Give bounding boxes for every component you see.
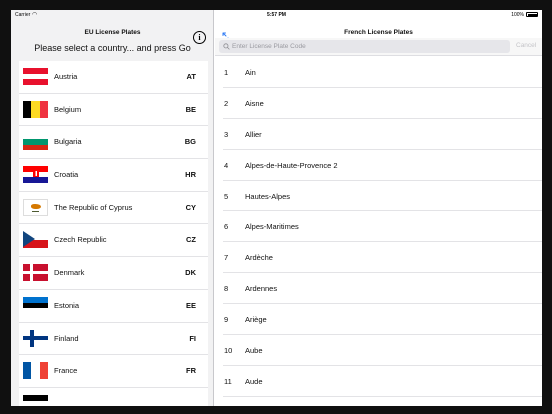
flag-at-icon [23, 68, 48, 85]
country-name: Croatia [54, 170, 79, 180]
flag-bg-icon [23, 133, 48, 151]
plate-code: 10 [224, 346, 233, 356]
plate-name: Aube [245, 346, 263, 356]
country-name: The Republic of Cyprus [54, 202, 133, 212]
country-list[interactable]: Austria AT Belgium BE Bulgaria BG Croatia HR The… [19, 61, 208, 406]
right-nav-title: French License Plates [344, 29, 413, 36]
screen: EU License Plates i Please select a coun… [11, 10, 542, 406]
plate-row[interactable]: 7 Ardèche [215, 242, 542, 274]
country-row[interactable]: Bulgaria BG [19, 126, 208, 160]
cancel-button[interactable]: Cancel [516, 42, 536, 49]
country-code: AT [186, 72, 196, 81]
plate-name: Aude [245, 376, 263, 386]
country-name: Finland [54, 333, 79, 343]
plate-name: Ardennes [245, 284, 278, 294]
search-bar: Cancel [215, 38, 542, 56]
plate-row[interactable]: 6 Alpes-Maritimes [215, 211, 542, 243]
flag-cy-icon [23, 198, 48, 216]
flag-fr-icon [23, 362, 48, 380]
country-name: Austria [54, 72, 78, 81]
status-time: 5:57 PM [267, 12, 286, 18]
plate-code: 2 [224, 98, 229, 108]
country-name: Bulgaria [54, 137, 82, 147]
country-code: FI [189, 333, 196, 343]
search-icon [223, 43, 230, 50]
plate-name: Hautes-Alpes [245, 191, 291, 201]
plate-code: 9 [224, 315, 229, 325]
country-code: CZ [186, 235, 196, 245]
country-code: BG [184, 137, 196, 147]
country-name: Czech Republic [54, 235, 107, 245]
plate-code: 1 [224, 68, 229, 77]
plates-pane: French License Plates Cancel 1 Ain 2 Aisne 3… [215, 10, 542, 406]
country-row[interactable]: France FR [19, 355, 208, 388]
plate-row[interactable]: 10 Aube [215, 335, 542, 366]
flag-cz-icon [23, 231, 48, 249]
plate-name: Alpes-de-Haute-Provence 2 [245, 160, 338, 170]
country-row[interactable]: Finland FI [19, 323, 208, 356]
country-row[interactable]: The Republic of Cyprus CY [19, 192, 208, 225]
plate-code: 3 [224, 129, 229, 139]
plate-name: Aisne [245, 98, 264, 108]
plate-code: 8 [224, 284, 229, 294]
plate-code: 11 [224, 376, 232, 386]
country-code: BE [185, 104, 196, 114]
plate-code: 4 [224, 160, 229, 170]
status-bar: Carrier ◠ 5:57 PM 100% [11, 10, 542, 20]
country-row[interactable]: Estonia EE [19, 290, 208, 323]
device-frame: EU License Plates i Please select a coun… [0, 0, 552, 414]
battery-icon [526, 12, 538, 17]
country-code: EE [185, 300, 196, 310]
country-row[interactable] [19, 388, 208, 406]
country-name: Denmark [54, 268, 85, 278]
plate-name: Ariège [245, 315, 267, 325]
plate-row[interactable]: 1 Ain [215, 57, 542, 88]
plate-row[interactable]: 8 Ardennes [215, 273, 542, 305]
plate-row[interactable]: 4 Alpes-de-Haute-Provence 2 [215, 150, 542, 181]
country-row[interactable]: Croatia HR [19, 159, 208, 192]
plate-name: Ain [245, 68, 256, 77]
plate-row[interactable]: 9 Ariège [215, 304, 542, 335]
country-name: Belgium [54, 104, 82, 114]
country-name: Estonia [54, 300, 80, 310]
plate-list[interactable]: 1 Ain 2 Aisne 3 Allier 4 Alpes-de-Haute-Provenc… [215, 57, 542, 406]
plate-code: 7 [224, 253, 229, 263]
country-row[interactable]: Austria AT [19, 61, 208, 94]
flag-ee-icon [23, 296, 48, 314]
country-row[interactable]: Czech Republic CZ [19, 224, 208, 258]
plate-row[interactable]: 3 Allier [215, 119, 542, 150]
battery-percent: 100% [511, 12, 524, 18]
flag-dk-icon [23, 264, 48, 282]
plate-code: 6 [224, 222, 229, 232]
search-input[interactable] [232, 40, 502, 53]
country-name: France [54, 366, 78, 376]
plate-name: Alpes-Maritimes [245, 222, 299, 232]
plate-row[interactable]: 11 Aude [215, 366, 542, 397]
country-row[interactable]: Belgium BE [19, 94, 208, 127]
plate-name: Ardèche [245, 253, 273, 263]
country-row[interactable]: Denmark DK [19, 257, 208, 290]
flag-fi-icon [23, 329, 48, 347]
country-code: CY [185, 202, 196, 212]
country-code: HR [185, 170, 196, 180]
left-nav-title: EU License Plates [84, 29, 141, 36]
country-code: FR [186, 366, 196, 376]
flag-hr-icon [23, 166, 48, 184]
flag-be-icon [23, 100, 48, 118]
plate-code: 5 [224, 191, 229, 201]
plate-row[interactable]: 2 Aisne [215, 88, 542, 119]
flag-icon [23, 394, 48, 406]
country-code: DK [185, 268, 196, 278]
plate-row[interactable]: 5 Hautes-Alpes [215, 181, 542, 212]
country-pane: EU License Plates i Please select a coun… [11, 10, 214, 406]
select-country-prompt: Please select a country... and press Go [34, 43, 191, 53]
plate-name: Allier [245, 129, 262, 139]
search-field[interactable] [219, 40, 510, 53]
